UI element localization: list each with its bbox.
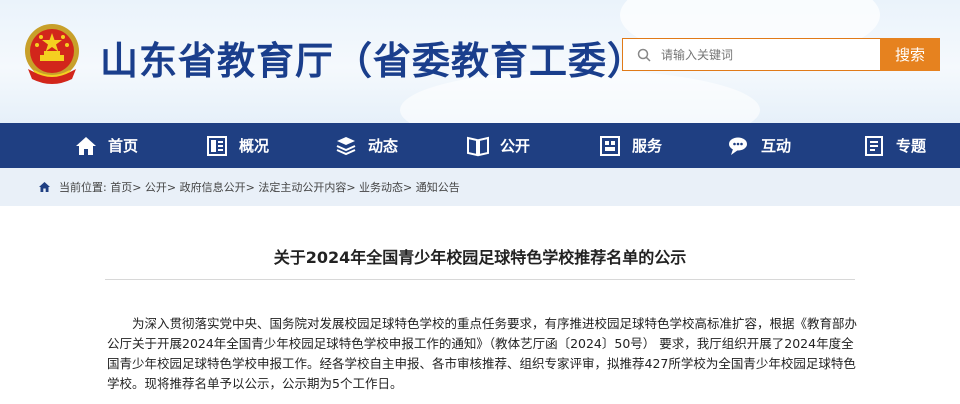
main-nav: 首页 概况 动态 公开 服务 互动 专题 <box>0 123 960 168</box>
nav-item-home[interactable]: 首页 <box>74 123 138 168</box>
breadcrumb: 当前位置: 首页> 公开> 政府信息公开> 法定主动公开内容> 业务动态> 通知… <box>38 179 460 195</box>
breadcrumb-bar: 当前位置: 首页> 公开> 政府信息公开> 法定主动公开内容> 业务动态> 通知… <box>0 168 960 206</box>
site-header: 山东省教育厅（省委教育工委） 搜索 <box>0 0 960 123</box>
site-title[interactable]: 山东省教育厅（省委教育工委） <box>100 30 646 85</box>
nav-label: 公开 <box>500 137 531 155</box>
nav-label: 首页 <box>108 137 139 155</box>
title-divider <box>105 279 855 280</box>
article-body: 为深入贯彻落实党中央、国务院对发展校园足球特色学校的重点任务要求，有序推进校园足… <box>107 314 857 394</box>
nav-item-service[interactable]: 服务 <box>598 123 662 168</box>
nav-label: 概况 <box>239 137 270 155</box>
nav-label: 互动 <box>761 137 792 155</box>
nav-label: 服务 <box>632 137 663 155</box>
location-home-icon <box>39 182 50 192</box>
nav-item-open[interactable]: 公开 <box>466 123 530 168</box>
search-button[interactable]: 搜索 <box>880 38 940 71</box>
topic-icon <box>865 135 883 156</box>
nav-item-interact[interactable]: 互动 <box>727 123 791 168</box>
nav-label: 专题 <box>896 137 927 155</box>
search-icon <box>637 48 651 62</box>
book-icon <box>467 136 489 156</box>
home-icon <box>76 136 96 155</box>
nav-item-overview[interactable]: 概况 <box>205 123 269 168</box>
search-input[interactable] <box>661 47 861 62</box>
nav-label: 动态 <box>368 137 399 155</box>
news-icon <box>336 136 356 155</box>
article-paragraph: 为深入贯彻落实党中央、国务院对发展校园足球特色学校的重点任务要求，有序推进校园足… <box>107 316 858 391</box>
overview-icon <box>207 135 227 156</box>
article-area: 关于2024年全国青少年校园足球特色学校推荐名单的公示 为深入贯彻落实党中央、国… <box>0 206 960 404</box>
chat-icon <box>729 137 747 155</box>
breadcrumb-text[interactable]: 当前位置: 首页> 公开> 政府信息公开> 法定主动公开内容> 业务动态> 通知… <box>59 179 460 195</box>
nav-item-news[interactable]: 动态 <box>334 123 398 168</box>
article-title: 关于2024年全国青少年校园足球特色学校推荐名单的公示 <box>273 248 687 267</box>
service-icon <box>600 135 620 156</box>
national-emblem-icon[interactable] <box>20 21 84 91</box>
nav-item-topic[interactable]: 专题 <box>862 123 926 168</box>
search-box <box>622 38 880 71</box>
